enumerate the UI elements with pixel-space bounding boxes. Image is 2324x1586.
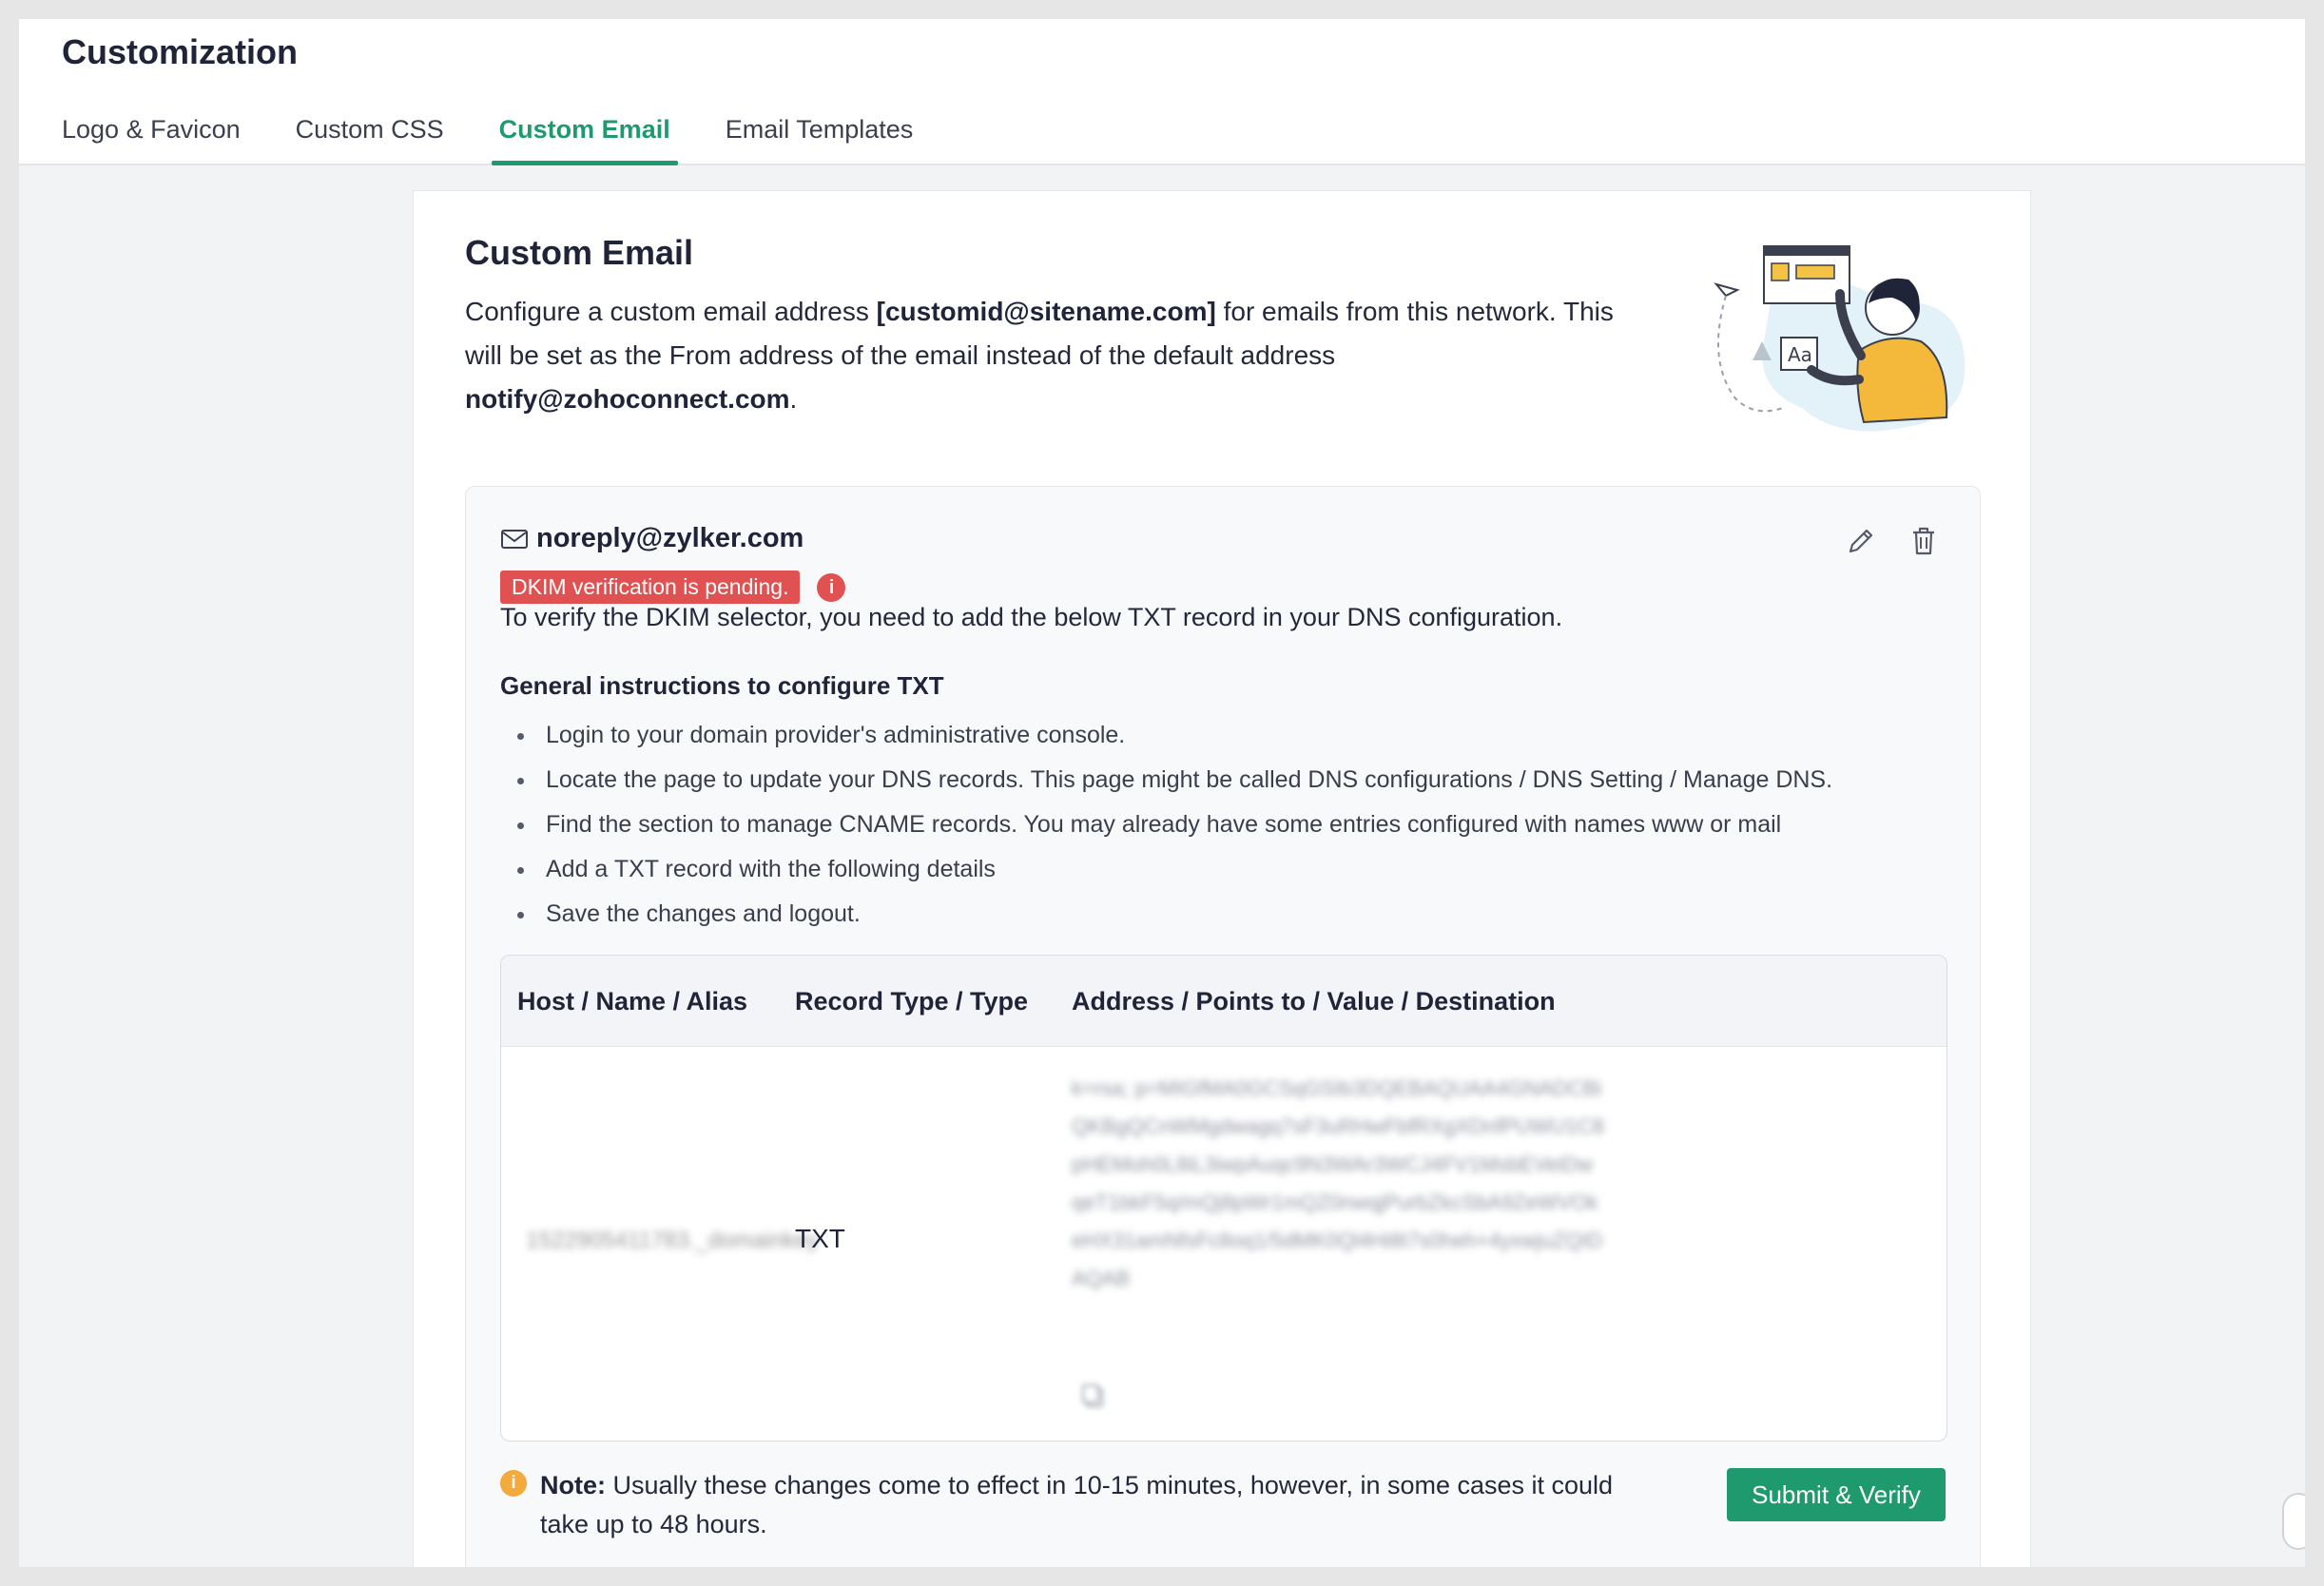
desc-custom-address: [customid@sitename.com] bbox=[876, 297, 1216, 326]
delete-button[interactable] bbox=[1906, 523, 1942, 559]
email-actions bbox=[1843, 523, 1942, 559]
tab-logo-favicon[interactable]: Logo & Favicon bbox=[62, 110, 248, 165]
email-entry: noreply@zylker.com DKIM verification is … bbox=[465, 486, 1981, 1567]
instructions-list: Login to your domain provider's administ… bbox=[517, 713, 1832, 937]
record-value[interactable]: k=rsa; p=MIGfMA0GCSqGSIb3DQEBAQUAA4GNADC… bbox=[1072, 1070, 1604, 1298]
envelope-icon bbox=[501, 529, 528, 549]
custom-email-card: Custom Email Configure a custom email ad… bbox=[413, 190, 2031, 1567]
status-badge: DKIM verification is pending. bbox=[500, 571, 801, 604]
record-type-value: TXT bbox=[795, 1224, 845, 1253]
tab-custom-css[interactable]: Custom CSS bbox=[288, 110, 452, 165]
page-title: Customization bbox=[62, 32, 298, 71]
card-description: Configure a custom email address [custom… bbox=[465, 290, 1644, 421]
pencil-icon bbox=[1849, 529, 1873, 553]
list-item: Save the changes and logout. bbox=[517, 892, 1832, 937]
submit-verify-button[interactable]: Submit & Verify bbox=[1727, 1468, 1946, 1521]
note-label: Note: bbox=[540, 1471, 606, 1499]
edit-button[interactable] bbox=[1843, 523, 1879, 559]
list-item: Locate the page to update your DNS recor… bbox=[517, 758, 1832, 803]
info-icon: i bbox=[500, 1470, 527, 1497]
note: i Note: Usually these changes come to ef… bbox=[500, 1466, 1622, 1544]
tab-bar: Logo & Favicon Custom CSS Custom Email E… bbox=[62, 110, 960, 165]
app-window: Customization Logo & Favicon Custom CSS … bbox=[19, 19, 2305, 1567]
column-header-host: Host / Name / Alias bbox=[517, 987, 748, 1015]
trash-icon bbox=[1913, 527, 1934, 555]
table-row: 1522905411783._domainkey TXT k=rsa; p=MI… bbox=[501, 1047, 1946, 1441]
dns-record-table: Host / Name / Alias Record Type / Type A… bbox=[500, 955, 1947, 1441]
column-header-type: Record Type / Type bbox=[795, 987, 1029, 1015]
tab-custom-email[interactable]: Custom Email bbox=[491, 110, 678, 165]
desc-prefix: Configure a custom email address bbox=[465, 297, 877, 326]
list-item: Login to your domain provider's administ… bbox=[517, 713, 1832, 758]
list-item: Find the section to manage CNAME records… bbox=[517, 803, 1832, 847]
column-header-value: Address / Points to / Value / Destinatio… bbox=[1072, 987, 1556, 1015]
desc-default-address: notify@zohoconnect.com bbox=[465, 384, 790, 414]
card-title: Custom Email bbox=[465, 233, 694, 272]
header: Customization Logo & Favicon Custom CSS … bbox=[19, 19, 2305, 165]
copy-icon[interactable] bbox=[1079, 1382, 1108, 1410]
host-value[interactable]: 1522905411783._domainkey bbox=[526, 1228, 819, 1254]
verify-instructions-text: To verify the DKIM selector, you need to… bbox=[500, 603, 1563, 631]
instructions-title: General instructions to configure TXT bbox=[500, 671, 944, 700]
email-address: noreply@zylker.com bbox=[536, 523, 804, 553]
note-text: Note: Usually these changes come to effe… bbox=[540, 1466, 1622, 1544]
scroll-handle[interactable] bbox=[2282, 1493, 2305, 1550]
list-item: Add a TXT record with the following deta… bbox=[517, 847, 1832, 892]
info-icon[interactable]: i bbox=[817, 572, 846, 602]
svg-text:Aa: Aa bbox=[1788, 343, 1812, 366]
desc-suffix: . bbox=[789, 384, 798, 414]
custom-email-illustration: Aa bbox=[1714, 245, 1966, 432]
email-address-line: noreply@zylker.com bbox=[500, 523, 804, 554]
dkim-status: DKIM verification is pending. i bbox=[500, 571, 846, 604]
note-body: Usually these changes come to effect in … bbox=[540, 1471, 1614, 1538]
table-header: Host / Name / Alias Record Type / Type A… bbox=[501, 956, 1946, 1047]
tab-email-templates[interactable]: Email Templates bbox=[718, 110, 921, 165]
